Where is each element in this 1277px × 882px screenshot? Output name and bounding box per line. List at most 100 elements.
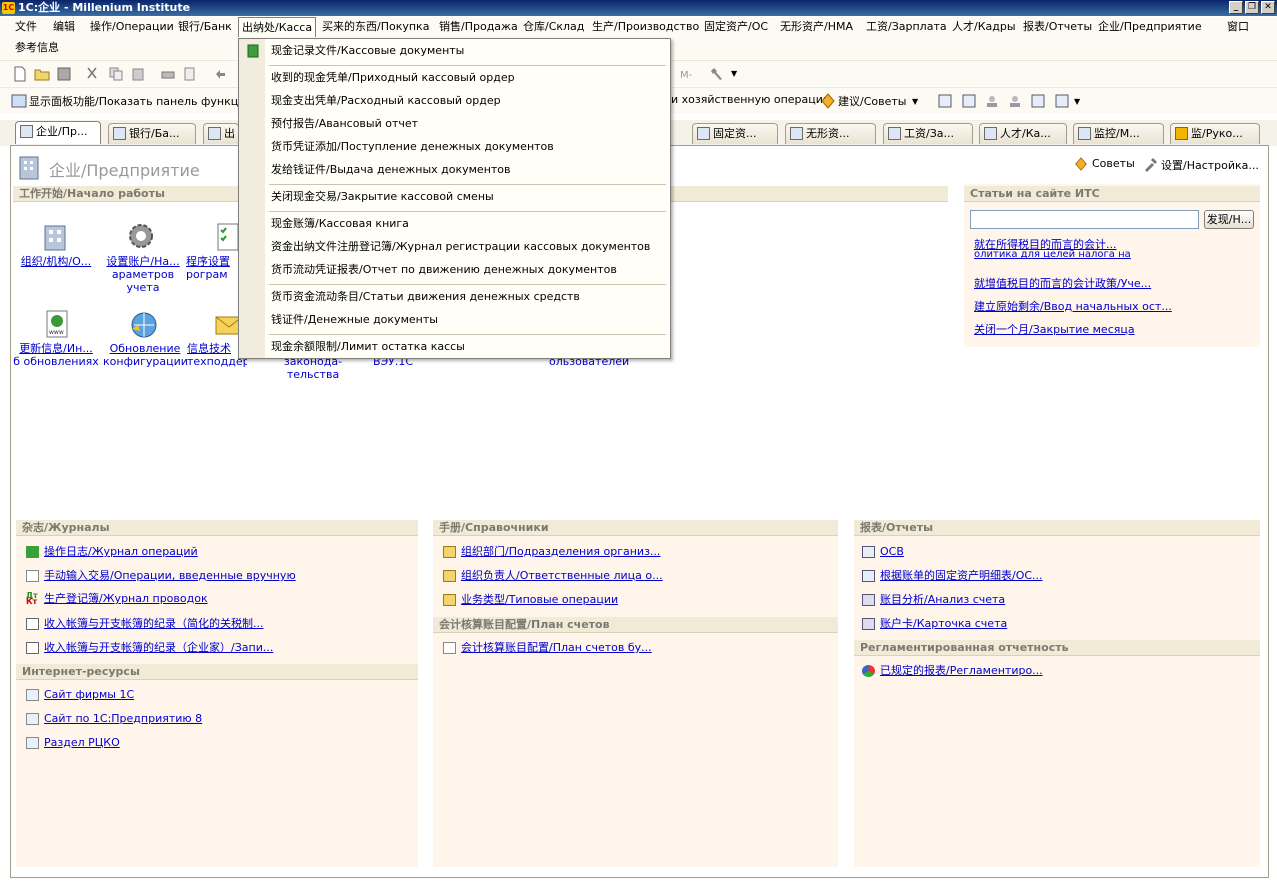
gear-icon[interactable] [125,220,157,252]
journal-link-4[interactable]: 收入帐簿与开支帐簿的纪录（简化的关税制... [26,616,264,632]
accounts-link-1[interactable]: 会计核算账目配置/План счетов бу... [443,640,652,656]
preview-icon[interactable] [182,66,198,82]
dd-cash-limit[interactable]: 现金余额限制/Лимит остатка кассы [271,337,465,357]
tab-cash[interactable]: 出 [203,123,239,144]
start-icon-label-3[interactable]: 程序设置 рограм [186,255,244,281]
menu-sales[interactable]: 销售/Продажа [436,17,521,37]
chevron-down-icon[interactable]: ▼ [731,69,737,78]
menu-production[interactable]: 生产/Производство [589,17,702,37]
start-icon-label-1[interactable]: 组织/机构/О... [13,255,99,268]
menu-window[interactable]: 窗口 [1224,17,1252,37]
dd-money-docs-report[interactable]: 货币流动凭证报表/Отчет по движению денежных доку… [271,260,617,280]
dd-money-docs-issue[interactable]: 发给钱证件/Выдача денежных документов [271,160,511,180]
organization-building-icon[interactable] [39,220,71,252]
minimize-icon[interactable]: _ [1229,1,1243,14]
internet-link-1[interactable]: Сайт фирмы 1С [26,687,134,703]
report-link-1[interactable]: ОСВ [862,544,904,560]
ref-link-2[interactable]: 组织负责人/Ответственные лица о... [443,568,663,584]
journal-link-1[interactable]: 操作日志/Журнал операций [26,544,198,560]
its-link-1b[interactable]: олитика для целей налога на [974,249,1131,260]
menu-cash[interactable]: 出纳处/Касса [238,17,317,37]
its-link-4[interactable]: 关闭一个月/Закрытие месяца [974,321,1135,337]
internet-link-3[interactable]: Раздел РЦКО [26,735,120,751]
regl-link-1[interactable]: 已规定的报表/Регламентиро... [862,663,1043,679]
menu-reference[interactable]: 参考信息 [12,38,62,58]
menu-salary[interactable]: 工资/Зарплата [863,17,950,37]
close-icon[interactable]: ✕ [1261,1,1275,14]
menu-reports[interactable]: 报表/Отчеты [1020,17,1095,37]
cut-icon[interactable] [84,66,100,82]
show-panel-link[interactable]: 显示面板功能/Показать панель функци [29,93,245,109]
menu-file[interactable]: 文件 [12,17,40,37]
ref-link-1[interactable]: 组织部门/Подразделения организ... [443,544,660,560]
ref-link-3[interactable]: 业务类型/Типовые операции [443,592,618,608]
menu-purchase[interactable]: 买来的东西/Покупка [319,17,432,37]
menu-intangible[interactable]: 无形资产/НМА [777,17,856,37]
www-update-icon[interactable]: www [41,307,73,339]
start-icon-label-2[interactable]: 设置账户/На... араметров учета [101,255,185,294]
its-link-3[interactable]: 建立原始剩余/Ввод начальных ост... [974,298,1172,314]
dd-advance-report[interactable]: 预付报告/Авансовый отчет [271,114,418,134]
its-link-2[interactable]: 就增值税目的而言的会计政策/Уче... [974,275,1151,291]
report-link-4[interactable]: 账户卡/Карточка счета [862,616,1007,632]
journal-link-2[interactable]: 手动输入交易/Операции, введенные вручную [26,568,296,584]
advice-link[interactable]: Советы [1092,157,1135,170]
account-card-icon[interactable] [1030,93,1046,109]
start-icon-label-4[interactable]: 更新信息/Ин... б обновлениях [13,342,99,368]
advice-icon[interactable] [820,93,836,109]
tab-intangible[interactable]: 无形资... [785,123,876,144]
dd-outgoing-order[interactable]: 现金支出凭单/Расходный кассовый ордер [271,91,501,111]
tab-monitoring[interactable]: 监控/М... [1073,123,1164,144]
print-icon[interactable] [160,66,176,82]
journal-link-3[interactable]: Дт Кт 生产登记簿/Журнал проводок [26,591,208,607]
operation-link[interactable]: и хозяйственную операцию [671,93,832,106]
menu-enterprise[interactable]: 企业/Предприятие [1095,17,1205,37]
users-report-icon[interactable] [984,93,1000,109]
report-icon[interactable] [937,93,953,109]
journal-link-5[interactable]: 收入帐簿与开支帐簿的纪录（企业家）/Запи... [26,640,273,656]
paste-icon[interactable] [130,66,146,82]
menu-warehouse[interactable]: 仓库/Склад [520,17,587,37]
report-link-2[interactable]: 根据账单的固定资产明细表/ОС... [862,568,1043,584]
its-search-button[interactable]: 发现/Н... [1204,210,1254,229]
dd-cashflow-items[interactable]: 货币资金流动条目/Статьи движения денежных средст… [271,287,580,307]
panel-icon[interactable] [11,93,27,109]
dd-close-cash-shift[interactable]: 关闭现金交易/Закрытие кассовой смены [271,187,494,207]
tab-enterprise[interactable]: 企业/Пр... [15,121,101,144]
menu-edit[interactable]: 编辑 [50,17,78,37]
open-folder-icon[interactable] [34,66,50,82]
table-report-icon[interactable] [961,93,977,109]
start-icon-label-5[interactable]: Обновление конфигурации [103,342,188,368]
chevron-down-icon[interactable]: ▼ [912,97,918,106]
tab-fixed-assets[interactable]: 固定资... [692,123,778,144]
menu-fixed-assets[interactable]: 固定资产/ОС [701,17,771,37]
dd-cash-register-journal[interactable]: 资金出纳文件注册登记簿/Журнал регистрации кассовых … [271,237,650,257]
internet-link-2[interactable]: Сайт по 1С:Предприятию 8 [26,711,202,727]
dd-incoming-order[interactable]: 收到的现金凭单/Приходный кассовый ордер [271,68,515,88]
new-document-icon[interactable] [12,66,28,82]
dd-cash-documents[interactable]: 现金记录文件/Кассовые документы [271,41,464,61]
user-card-icon[interactable] [1007,93,1023,109]
copy-icon[interactable] [108,66,124,82]
restore-icon[interactable]: ❐ [1245,1,1259,14]
dd-cash-book[interactable]: 现金账簿/Кассовая книга [271,214,409,234]
memory-minus-icon[interactable]: M- [680,66,696,82]
report-link-3[interactable]: 账目分析/Анализ счета [862,592,1005,608]
dd-money-docs-receipt[interactable]: 货币凭证添加/Поступление денежных документов [271,137,554,157]
settings-link[interactable]: 设置/Настройка... [1161,157,1259,173]
globe-update-icon[interactable] [128,309,160,341]
tab-bank[interactable]: 银行/Ба... [108,123,196,144]
tab-salary[interactable]: 工资/За... [883,123,973,144]
tools-icon[interactable] [710,66,726,82]
settings-report-icon[interactable] [1054,93,1070,109]
menu-hr[interactable]: 人才/Кадры [949,17,1019,37]
advice-menu[interactable]: 建议/Советы [838,93,906,109]
its-search-input[interactable] [970,210,1199,229]
tab-hr[interactable]: 人才/Ка... [979,123,1067,144]
undo-icon[interactable] [212,66,228,82]
menu-bank[interactable]: 银行/Банк [175,17,235,37]
save-icon[interactable] [56,66,72,82]
tab-management[interactable]: 监/Руко... [1170,123,1260,144]
dd-money-documents[interactable]: 钱证件/Денежные документы [271,310,438,330]
chevron-down-icon[interactable]: ▼ [1074,97,1080,106]
